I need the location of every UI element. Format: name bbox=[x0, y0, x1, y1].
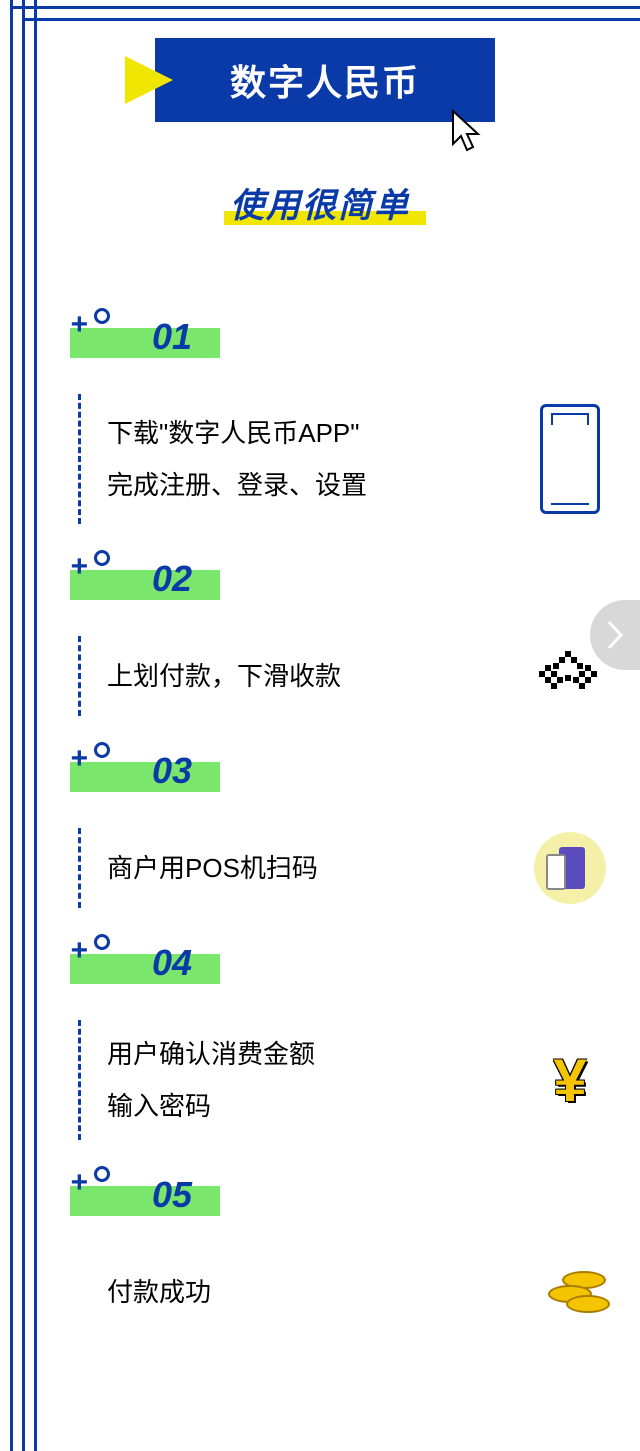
step-text: 上划付款，下滑收款 bbox=[107, 650, 530, 702]
steps-list: + 01 下载"数字人民币APP" 完成注册、登录、设置 + 02 上划付款，下… bbox=[70, 310, 610, 1360]
step-text: 商户用POS机扫码 bbox=[107, 842, 530, 894]
step-text: 用户确认消费金额 输入密码 bbox=[107, 1028, 530, 1132]
phone-icon bbox=[530, 404, 610, 514]
page-title: 数字人民币 bbox=[230, 54, 420, 106]
step-marker: + 04 bbox=[70, 936, 610, 992]
step-number: 05 bbox=[152, 1174, 192, 1216]
step-marker: + 05 bbox=[70, 1168, 610, 1224]
step-number: 02 bbox=[152, 558, 192, 600]
step-marker: + 01 bbox=[70, 310, 610, 366]
subtitle: 使用很简单 bbox=[224, 178, 416, 227]
step-body: 上划付款，下滑收款 bbox=[78, 636, 610, 716]
step-body: 用户确认消费金额 输入密码 ¥ bbox=[78, 1020, 610, 1140]
step-text: 付款成功 bbox=[107, 1266, 530, 1318]
step-body: 付款成功 bbox=[78, 1252, 610, 1332]
cursor-icon bbox=[448, 108, 488, 154]
pixel-arrows-icon bbox=[530, 651, 610, 701]
coins-icon bbox=[530, 1267, 610, 1317]
step-number: 04 bbox=[152, 942, 192, 984]
pos-machine-icon bbox=[530, 832, 610, 904]
step-body: 下载"数字人民币APP" 完成注册、登录、设置 bbox=[78, 394, 610, 524]
step-marker: + 03 bbox=[70, 744, 610, 800]
header-banner: 数字人民币 bbox=[155, 38, 495, 122]
yen-icon: ¥ bbox=[530, 1046, 610, 1115]
step-text: 下载"数字人民币APP" 完成注册、登录、设置 bbox=[107, 407, 530, 511]
step-marker: + 02 bbox=[70, 552, 610, 608]
step-body: 商户用POS机扫码 bbox=[78, 828, 610, 908]
step-number: 03 bbox=[152, 750, 192, 792]
play-triangle-icon bbox=[125, 56, 173, 104]
step-number: 01 bbox=[152, 316, 192, 358]
